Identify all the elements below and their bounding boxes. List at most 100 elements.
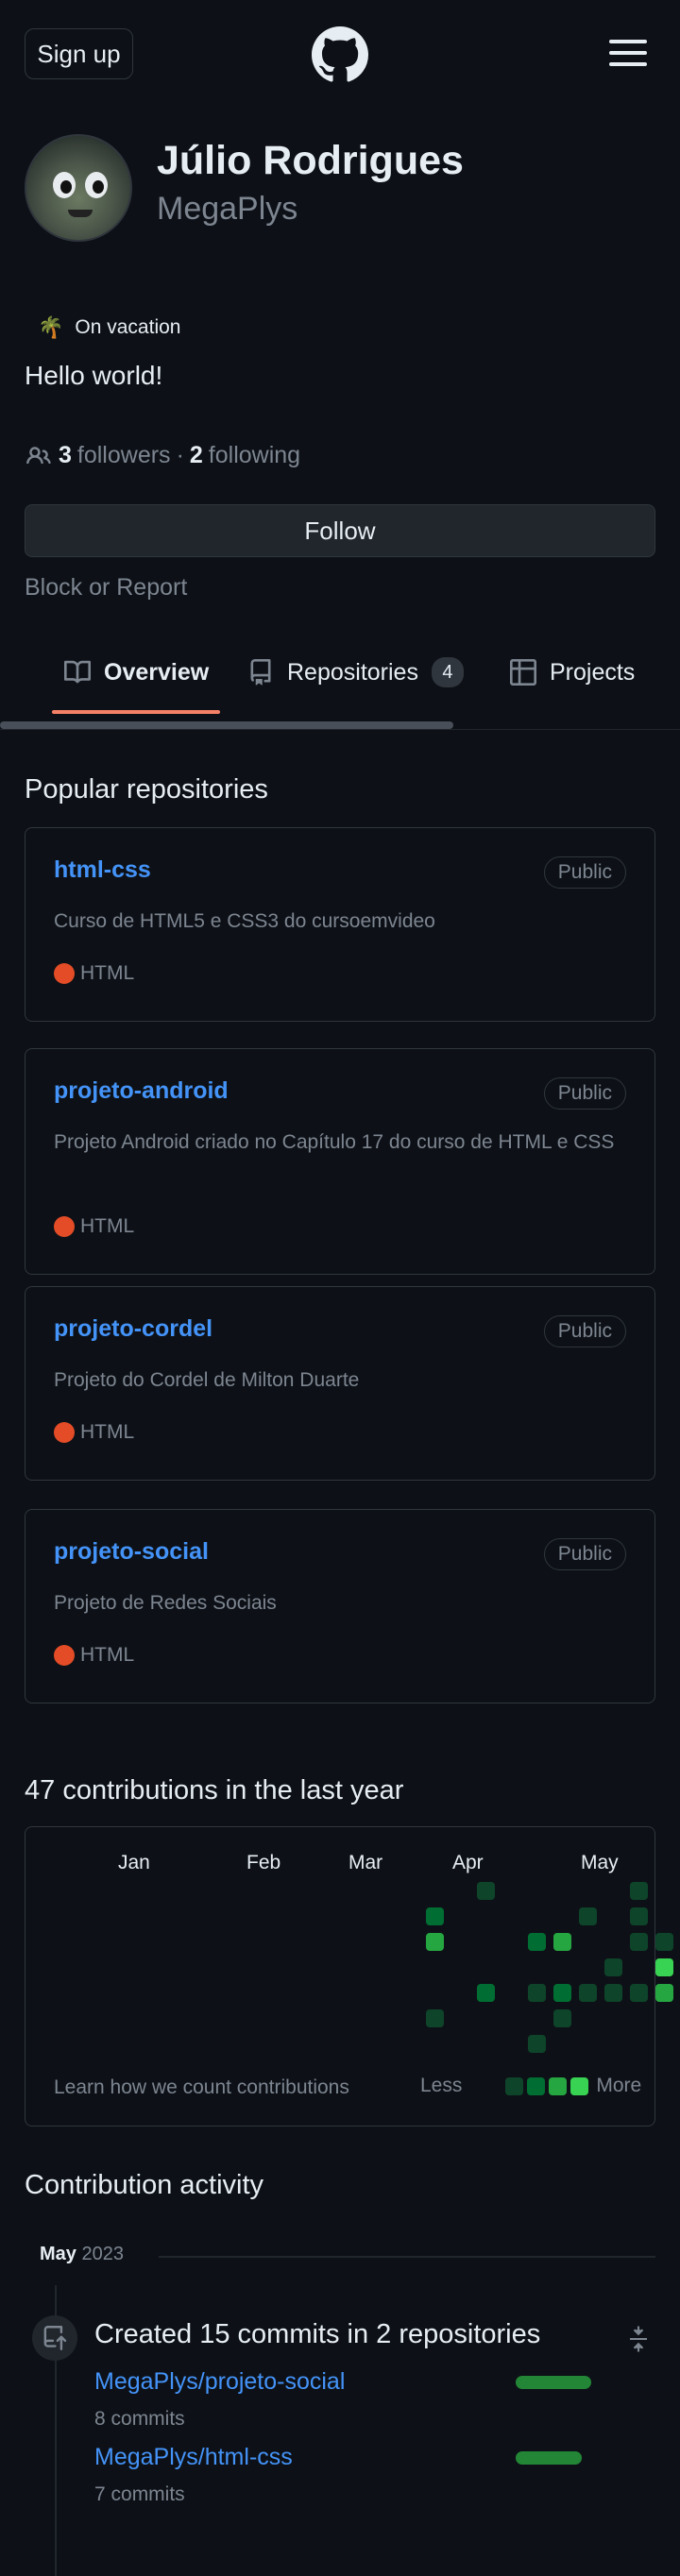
popular-repositories-title: Popular repositories xyxy=(25,774,268,805)
repo-name-link[interactable]: projeto-android xyxy=(54,1077,229,1105)
contribution-cell[interactable] xyxy=(630,1907,648,1925)
language-name: HTML xyxy=(80,1215,135,1237)
tabs-scrollbar[interactable] xyxy=(0,721,453,729)
commit-share-bar xyxy=(516,2451,582,2465)
activity-commit-count[interactable]: 7 commits xyxy=(94,2483,185,2506)
contribution-cell[interactable] xyxy=(655,1958,673,1976)
contribution-cell[interactable] xyxy=(579,1907,597,1925)
contribution-cell[interactable] xyxy=(528,1984,546,2002)
tab-overview[interactable]: Overview xyxy=(64,652,209,693)
visibility-badge: Public xyxy=(543,1315,626,1347)
table-icon xyxy=(510,659,536,686)
contribution-cell[interactable] xyxy=(553,1984,571,2002)
contribution-cell[interactable] xyxy=(630,1882,648,1900)
follow-stats: 3 followers · 2 following xyxy=(25,442,300,469)
following-count[interactable]: 2 xyxy=(190,442,203,469)
month-divider xyxy=(159,2256,655,2258)
visibility-badge: Public xyxy=(543,1538,626,1570)
legend-cell xyxy=(549,2076,568,2095)
repo-name-link[interactable]: projeto-social xyxy=(54,1538,209,1566)
palm-tree-icon: 🌴 xyxy=(38,315,64,339)
activity-repo-link[interactable]: MegaPlys/html-css xyxy=(94,2444,293,2471)
sign-up-button[interactable]: Sign up xyxy=(25,28,133,79)
contribution-cell[interactable] xyxy=(528,2035,546,2053)
repo-name-link[interactable]: html-css xyxy=(54,856,151,884)
followers-link[interactable]: followers xyxy=(77,442,171,469)
learn-contributions-link[interactable]: Learn how we count contributions xyxy=(54,2076,349,2099)
language-name: HTML xyxy=(80,1421,135,1443)
contribution-cell[interactable] xyxy=(426,2009,444,2027)
contribution-cell[interactable] xyxy=(630,1933,648,1951)
tab-projects-label: Projects xyxy=(550,658,636,686)
repo-description: Curso de HTML5 e CSS3 do cursoemvideo xyxy=(54,910,435,932)
contribution-cell[interactable] xyxy=(630,1984,648,2002)
legend-less: Less xyxy=(420,2075,463,2096)
tab-overview-label: Overview xyxy=(104,658,210,686)
activity-summary: Created 15 commits in 2 repositories xyxy=(94,2319,541,2349)
repositories-count-badge: 4 xyxy=(431,657,464,687)
followers-count[interactable]: 3 xyxy=(59,442,72,469)
contribution-cell[interactable] xyxy=(528,1933,546,1951)
commit-share-bar xyxy=(516,2376,591,2389)
people-icon xyxy=(26,446,51,464)
repo-card: projeto-social Public Projeto de Redes S… xyxy=(25,1509,655,1703)
month-label: May xyxy=(581,1852,619,1873)
status-badge[interactable]: 🌴 On vacation xyxy=(25,308,180,347)
month-label: Feb xyxy=(246,1852,281,1873)
tab-divider xyxy=(0,729,680,730)
contribution-cell[interactable] xyxy=(426,1933,444,1951)
legend-cell xyxy=(527,2076,546,2095)
repo-description: Projeto Android criado no Capítulo 17 do… xyxy=(54,1131,615,1153)
separator: · xyxy=(176,442,184,468)
repo-icon xyxy=(250,659,271,686)
month-label: Mar xyxy=(348,1852,383,1873)
repo-push-icon xyxy=(32,2315,77,2361)
tab-repositories-label: Repositories xyxy=(287,658,418,686)
contribution-cell[interactable] xyxy=(477,1984,495,2002)
contribution-cell[interactable] xyxy=(655,1933,673,1951)
activity-month: May xyxy=(40,2244,76,2264)
repo-description: Projeto de Redes Sociais xyxy=(54,1592,277,1614)
activity-commit-count[interactable]: 8 commits xyxy=(94,2408,185,2431)
contribution-cell[interactable] xyxy=(477,1882,495,1900)
avatar xyxy=(25,134,132,242)
language-color-dot xyxy=(54,1216,75,1237)
language-color-dot xyxy=(54,963,75,984)
profile-username: MegaPlys xyxy=(157,191,298,227)
repo-language: HTML xyxy=(54,1215,134,1238)
language-color-dot xyxy=(54,1645,75,1666)
tab-projects[interactable]: Projects xyxy=(510,652,635,693)
github-logo-icon[interactable] xyxy=(312,26,368,83)
contribution-activity-title: Contribution activity xyxy=(25,2170,264,2200)
contribution-legend: Less More xyxy=(420,2075,641,2097)
repo-language: HTML xyxy=(54,1644,134,1667)
visibility-badge: Public xyxy=(543,856,626,889)
contribution-cell[interactable] xyxy=(655,1984,673,2002)
month-label: Jan xyxy=(118,1852,150,1873)
tab-repositories[interactable]: Repositories 4 xyxy=(247,652,464,693)
activity-year: 2023 xyxy=(81,2244,124,2264)
book-icon xyxy=(64,660,91,684)
contribution-cell[interactable] xyxy=(553,2009,571,2027)
activity-repo-link[interactable]: MegaPlys/projeto-social xyxy=(94,2368,345,2396)
legend-more: More xyxy=(596,2075,642,2096)
hamburger-menu-icon[interactable] xyxy=(609,40,649,68)
legend-cell xyxy=(505,2076,524,2095)
repo-name-link[interactable]: projeto-cordel xyxy=(54,1315,212,1343)
contribution-cell[interactable] xyxy=(604,1984,622,2002)
language-color-dot xyxy=(54,1422,75,1443)
contribution-cell[interactable] xyxy=(553,1933,571,1951)
contribution-cell[interactable] xyxy=(604,1958,622,1976)
profile-full-name: Júlio Rodrigues xyxy=(157,138,464,183)
following-link[interactable]: following xyxy=(209,442,300,469)
contributions-title: 47 contributions in the last year xyxy=(25,1775,404,1805)
fold-icon[interactable] xyxy=(627,2325,650,2353)
contribution-cell[interactable] xyxy=(426,1907,444,1925)
follow-button[interactable]: Follow xyxy=(25,504,655,557)
block-report-link[interactable]: Block or Report xyxy=(25,574,187,602)
status-text: On vacation xyxy=(75,316,181,338)
month-label: Apr xyxy=(452,1852,484,1873)
contribution-cell[interactable] xyxy=(579,1984,597,2002)
profile-bio: Hello world! xyxy=(25,361,163,390)
repo-description: Projeto do Cordel de Milton Duarte xyxy=(54,1369,360,1391)
